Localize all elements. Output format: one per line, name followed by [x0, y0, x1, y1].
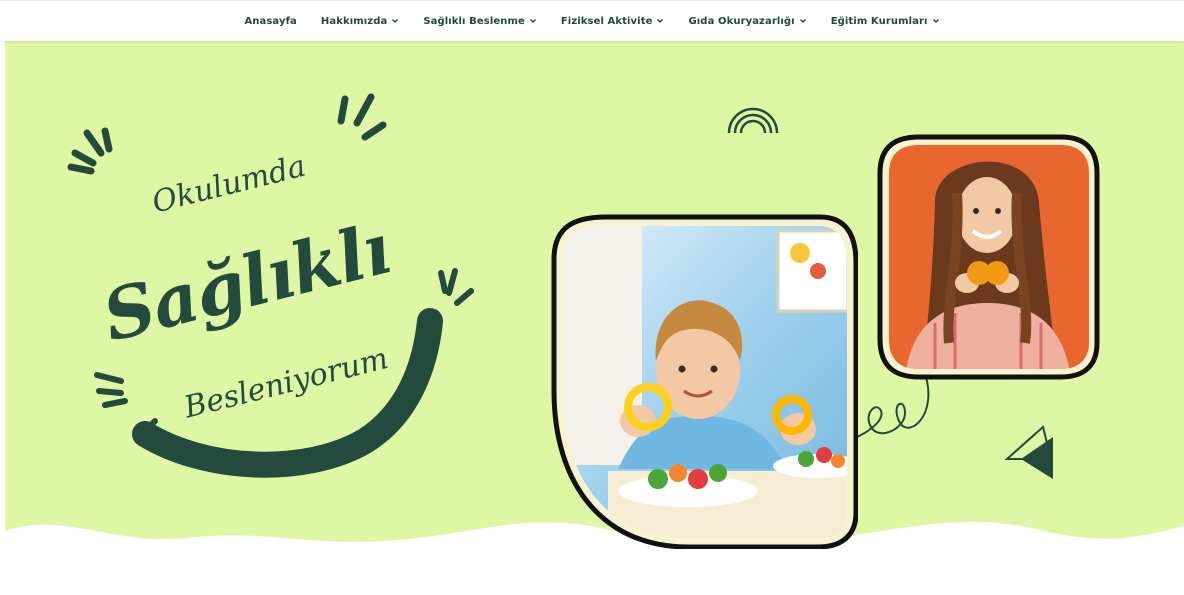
burst-lines-right [438, 268, 474, 306]
burst-lines-bottom-left [94, 372, 128, 408]
page: Anasayfa Hakkımızda Sağlıklı Beslenme Fi… [0, 0, 1184, 595]
burst-lines-top-center [337, 93, 387, 141]
nav-item-saglikli-beslenme[interactable]: Sağlıklı Beslenme [411, 16, 549, 27]
rainbow-arcs [727, 107, 779, 134]
nav-item-fiziksel-aktivite[interactable]: Fiziksel Aktivite [549, 16, 677, 27]
nav-item-gida-okuryazarligi[interactable]: Gıda Okuryazarlığı [676, 16, 818, 27]
boy-eating-vegetables-photo [551, 214, 858, 549]
chevron-down-icon [392, 19, 399, 23]
chevron-down-icon [529, 19, 536, 23]
hero-banner: Okulumda Sağlıklı Besleniyorum [5, 41, 1184, 595]
nav-item-egitim-kurumlari[interactable]: Eğitim Kurumları [819, 16, 952, 27]
burst-lines-top-left [67, 127, 113, 175]
chevron-down-icon [799, 19, 806, 23]
nav-item-hakkimizda[interactable]: Hakkımızda [309, 16, 411, 27]
nav-item-label: Gıda Okuryazarlığı [688, 15, 795, 27]
nav-item-label: Anasayfa [244, 15, 297, 27]
nav-menu: Anasayfa Hakkımızda Sağlıklı Beslenme Fi… [0, 1, 1184, 41]
nav-item-label: Sağlıklı Beslenme [423, 15, 525, 27]
girl-holding-orange-photo [877, 134, 1100, 380]
chevron-down-icon [657, 19, 664, 23]
nav-item-label: Fiziksel Aktivite [560, 15, 653, 27]
nav-item-anasayfa[interactable]: Anasayfa [232, 16, 308, 27]
nav-item-label: Eğitim Kurumları [830, 15, 928, 27]
nav-item-label: Hakkımızda [320, 15, 388, 27]
top-navigation: Anasayfa Hakkımızda Sağlıklı Beslenme Fi… [0, 0, 1184, 41]
chevron-down-icon [932, 19, 939, 23]
